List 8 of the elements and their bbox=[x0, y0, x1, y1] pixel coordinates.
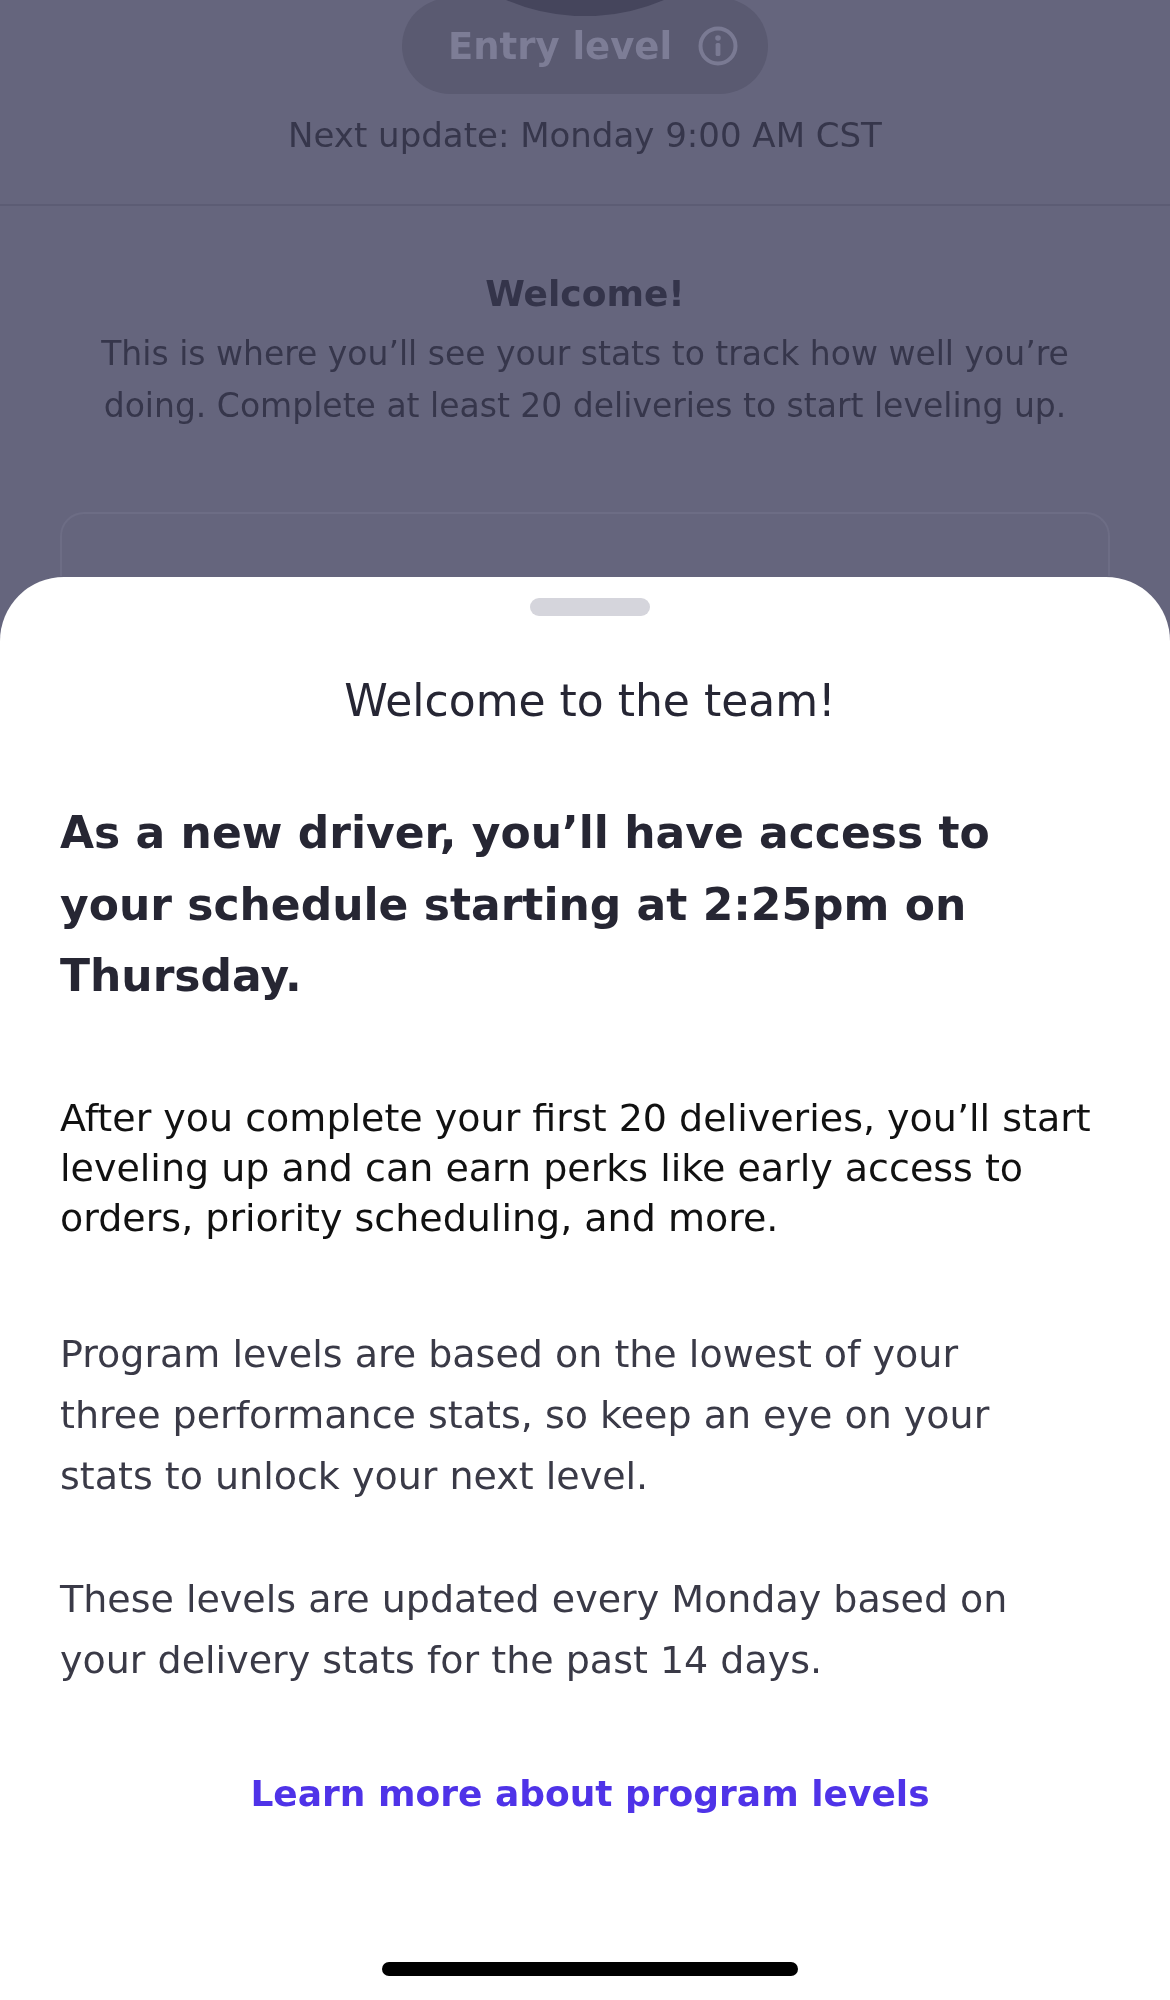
paragraph-text: After you complete your first 20 deliveries, you’ll start leveling up and can earn perks like early access to orders, priority scheduling, and more. bbox=[60, 1094, 1092, 1242]
info-icon bbox=[698, 26, 739, 66]
learn-more-link[interactable]: Learn more about program levels bbox=[250, 1768, 930, 1819]
paragraph-text: Program levels are based on the lowest of your three performance stats, so keep an eye on your stats to unlock your next level. bbox=[60, 1330, 991, 1500]
drag-handle[interactable] bbox=[530, 598, 650, 616]
sheet-title: Welcome to the team! bbox=[344, 674, 836, 728]
headline-text: As a new driver, you’ll have access to your schedule starting at 2:25pm on Thursday. bbox=[60, 806, 991, 1003]
paragraph-text: These levels are updated every Monday based on your delivery stats for the past 14 days. bbox=[60, 1575, 1009, 1684]
